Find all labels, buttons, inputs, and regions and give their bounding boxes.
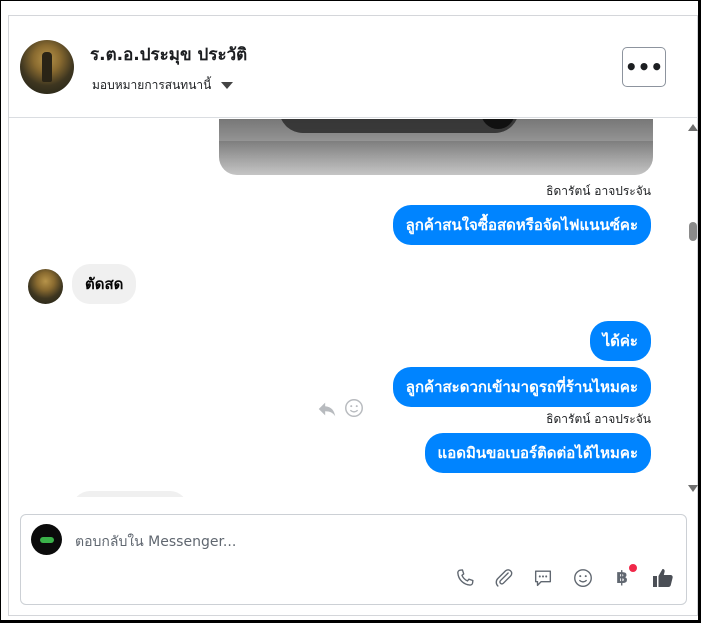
sender-name: ธิดารัตน์ อาจประจัน [546,184,651,198]
reply-input[interactable] [75,531,635,553]
contact-avatar-small[interactable] [28,269,63,304]
more-icon: ••• [624,55,664,79]
attach-button[interactable] [493,567,515,589]
sent-photo-attachment[interactable] [219,119,653,175]
scroll-up-arrow[interactable] [688,124,698,131]
react-emoji-icon[interactable] [343,397,365,419]
comment-icon [534,570,552,587]
like-button[interactable] [650,565,676,591]
reply-icon[interactable] [316,398,338,420]
contact-name[interactable]: ร.ต.อ.ประมุข ประวัติ [90,41,247,68]
emoji-icon [574,569,592,587]
assign-conversation-dropdown[interactable]: มอบหมายการสนทนานี้ [92,76,234,95]
assign-label: มอบหมายการสนทนานี้ [92,78,212,92]
phone-button[interactable] [454,567,476,589]
outgoing-message[interactable]: ลูกค้าสนใจซื้อสดหรือจัดไฟแนนซ์คะ [392,205,651,245]
more-options-button[interactable]: ••• [622,47,666,87]
outgoing-message[interactable]: แอดมินขอเบอร์ติดต่อได้ไหมคะ [424,433,651,473]
caret-down-icon [221,82,234,89]
conversation-header: ร.ต.อ.ประมุข ประวัติ มอบหมายการสนทนานี้ … [9,16,697,118]
scrollbar-thumb[interactable] [689,222,697,241]
outgoing-message[interactable]: ลูกค้าสะดวกเข้ามาดูรถที่ร้านไหมคะ [392,367,651,407]
saved-replies-button[interactable] [532,567,554,589]
incoming-message[interactable]: ตัดสด [72,264,137,304]
sender-name: ธิดารัตน์ อาจประจัน [546,412,651,426]
contact-avatar[interactable] [20,40,74,94]
emoji-button[interactable] [572,567,594,589]
baht-icon: ฿ [616,568,628,588]
reply-composer: ฿ [20,514,687,605]
outgoing-message[interactable]: ได้ค่ะ [589,321,651,361]
conversation-panel: ร.ต.อ.ประมุข ประวัติ มอบหมายการสนทนานี้ … [8,15,698,616]
page-avatar [31,524,62,555]
message-list: ธิดารัตน์ อาจประจัน ลูกค้าสนใจซื้อสดหรือ… [9,119,697,497]
incoming-message-partial[interactable] [72,491,188,497]
attach-icon [495,569,513,587]
like-icon [653,569,673,587]
scroll-down-arrow[interactable] [688,485,698,492]
phone-icon [457,569,474,586]
notification-dot [629,564,637,572]
